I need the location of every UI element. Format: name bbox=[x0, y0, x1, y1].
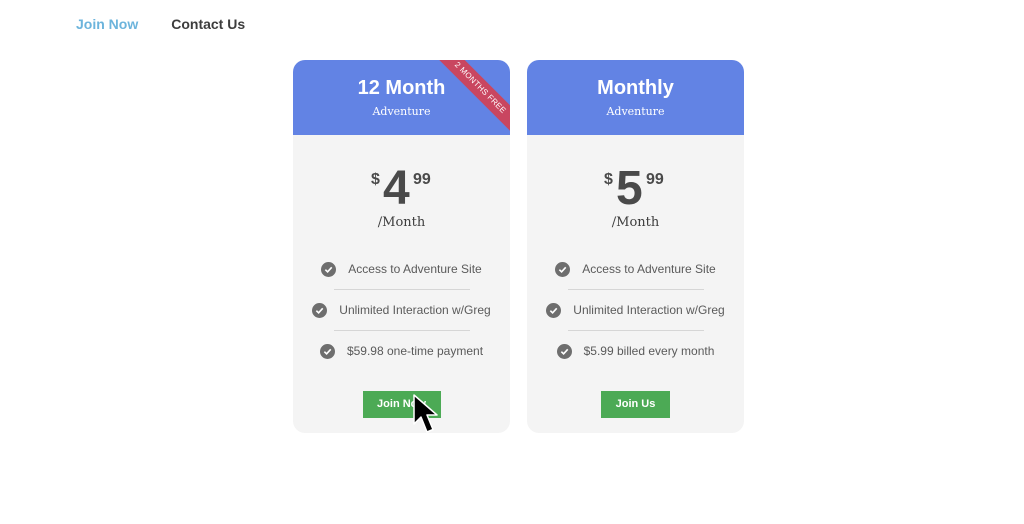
feature-text: Access to Adventure Site bbox=[582, 262, 716, 276]
price-cents: 99 bbox=[646, 171, 664, 188]
check-circle-icon bbox=[556, 343, 572, 359]
feature-item: Unlimited Interaction w/Greg bbox=[527, 301, 744, 342]
price-whole: 4 bbox=[383, 162, 410, 215]
feature-text: Unlimited Interaction w/Greg bbox=[573, 303, 725, 317]
nav-contact-us-link[interactable]: Contact Us bbox=[171, 16, 245, 32]
feature-list: Access to Adventure Site Unlimited Inter… bbox=[293, 260, 510, 383]
nav-join-now-link[interactable]: Join Now bbox=[76, 16, 138, 32]
plan-title: Monthly bbox=[597, 77, 674, 99]
feature-item: $59.98 one-time payment bbox=[293, 342, 510, 383]
feature-item: Access to Adventure Site bbox=[527, 260, 744, 301]
feature-list: Access to Adventure Site Unlimited Inter… bbox=[527, 260, 744, 383]
divider bbox=[567, 289, 704, 290]
divider bbox=[567, 330, 704, 331]
plan-price: $ 4 99 bbox=[293, 163, 510, 227]
price-cents: 99 bbox=[413, 171, 431, 188]
feature-text: $59.98 one-time payment bbox=[346, 344, 484, 358]
divider bbox=[333, 289, 470, 290]
check-circle-icon bbox=[321, 261, 337, 277]
plan-header: Monthly Adventure bbox=[527, 60, 744, 135]
join-us-button[interactable]: Join Us bbox=[601, 391, 670, 418]
mouse-pointer-icon bbox=[413, 394, 438, 433]
plan-price: $ 5 99 bbox=[527, 163, 744, 227]
check-circle-icon bbox=[319, 343, 335, 359]
feature-item: Unlimited Interaction w/Greg bbox=[293, 301, 510, 342]
plan-card-monthly: Monthly Adventure $ 5 99 /Month Access t… bbox=[527, 60, 744, 433]
feature-text: Access to Adventure Site bbox=[348, 262, 482, 276]
check-circle-icon bbox=[312, 302, 328, 318]
plan-card-12-month: 12 Month Adventure 2 MONTHS FREE $ 4 99 … bbox=[293, 60, 510, 433]
price-currency: $ bbox=[604, 171, 613, 188]
price-whole: 5 bbox=[616, 162, 643, 215]
price-currency: $ bbox=[371, 171, 380, 188]
feature-text: Unlimited Interaction w/Greg bbox=[339, 303, 491, 317]
check-circle-icon bbox=[555, 261, 571, 277]
top-nav: Join Now Contact Us bbox=[76, 16, 245, 32]
feature-item: Access to Adventure Site bbox=[293, 260, 510, 301]
plan-subtitle: Adventure bbox=[606, 105, 665, 118]
plan-header: 12 Month Adventure 2 MONTHS FREE bbox=[293, 60, 510, 135]
plan-subtitle: Adventure bbox=[372, 105, 431, 118]
check-circle-icon bbox=[546, 302, 562, 318]
divider bbox=[333, 330, 470, 331]
feature-item: $5.99 billed every month bbox=[527, 342, 744, 383]
feature-text: $5.99 billed every month bbox=[583, 344, 715, 358]
